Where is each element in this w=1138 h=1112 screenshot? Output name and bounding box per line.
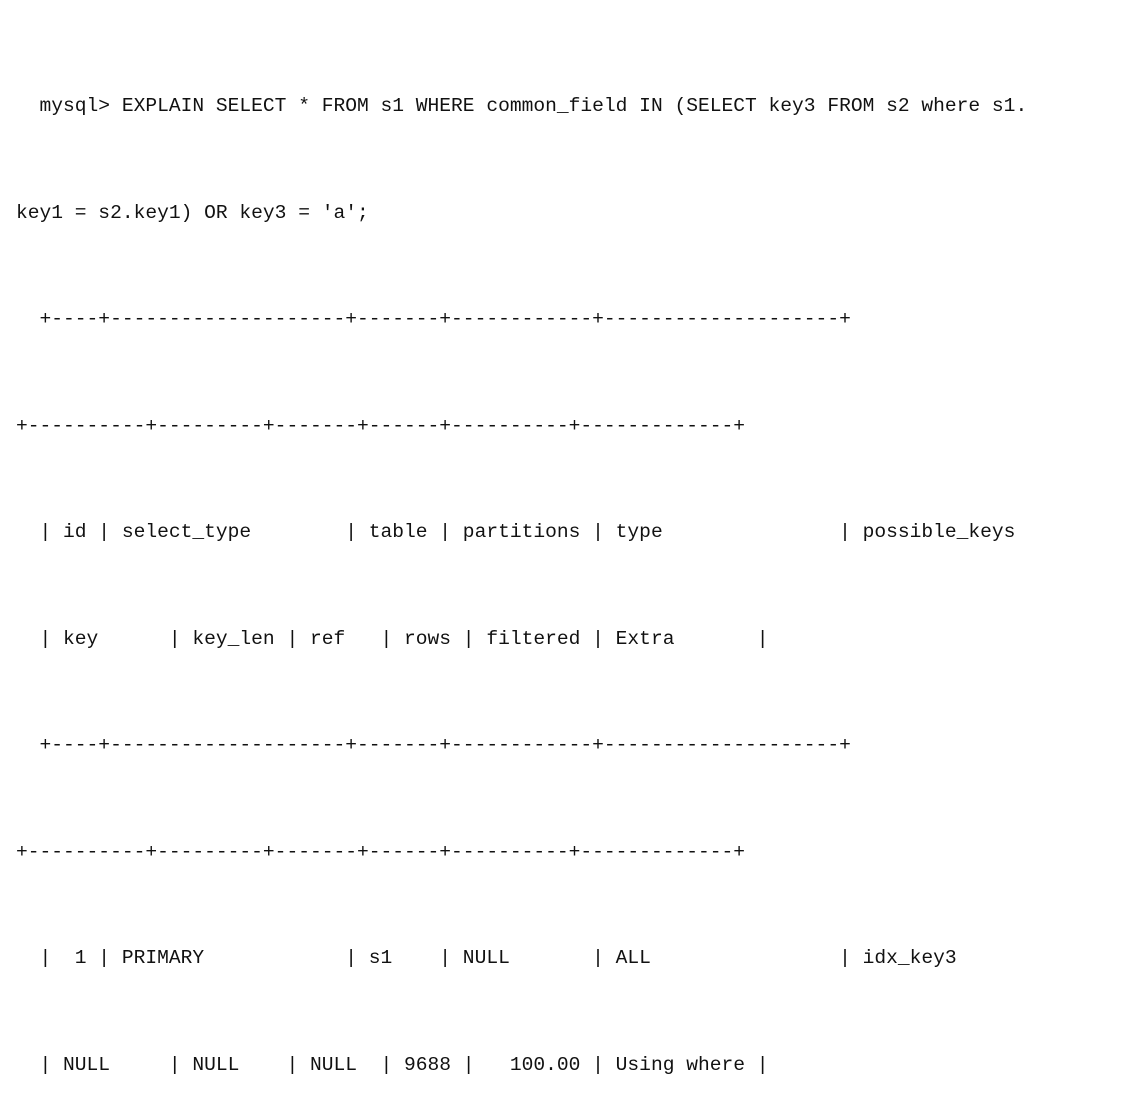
separator-top-part-a: +----+--------------------+-------+-----… (16, 308, 851, 330)
separator-mid-part-a: +----+--------------------+-------+-----… (16, 734, 851, 756)
table-row-1-line-1: | 1 | PRIMARY | s1 | NULL | ALL | idx_ke… (16, 947, 1086, 969)
separator-top-part-b: +----------+---------+-------+------+---… (16, 414, 746, 437)
query-line-2: key1 = s2.key1) OR key3 = 'a'; (16, 201, 369, 224)
query-line-1: mysql> EXPLAIN SELECT * FROM s1 WHERE co… (16, 95, 1028, 117)
terminal-output: mysql> EXPLAIN SELECT * FROM s1 WHERE co… (16, 18, 1134, 1112)
separator-mid-part-b: +----------+---------+-------+------+---… (16, 840, 746, 863)
table-row-1-line-2: | NULL | NULL | NULL | 9688 | 100.00 | U… (16, 1053, 769, 1076)
table-header-line-1: | id | select_type | table | partitions … (16, 521, 1086, 543)
mysql-terminal-window: mysql> EXPLAIN SELECT * FROM s1 WHERE co… (0, 0, 1138, 1076)
table-header-line-2: | key | key_len | ref | rows | filtered … (16, 627, 769, 650)
